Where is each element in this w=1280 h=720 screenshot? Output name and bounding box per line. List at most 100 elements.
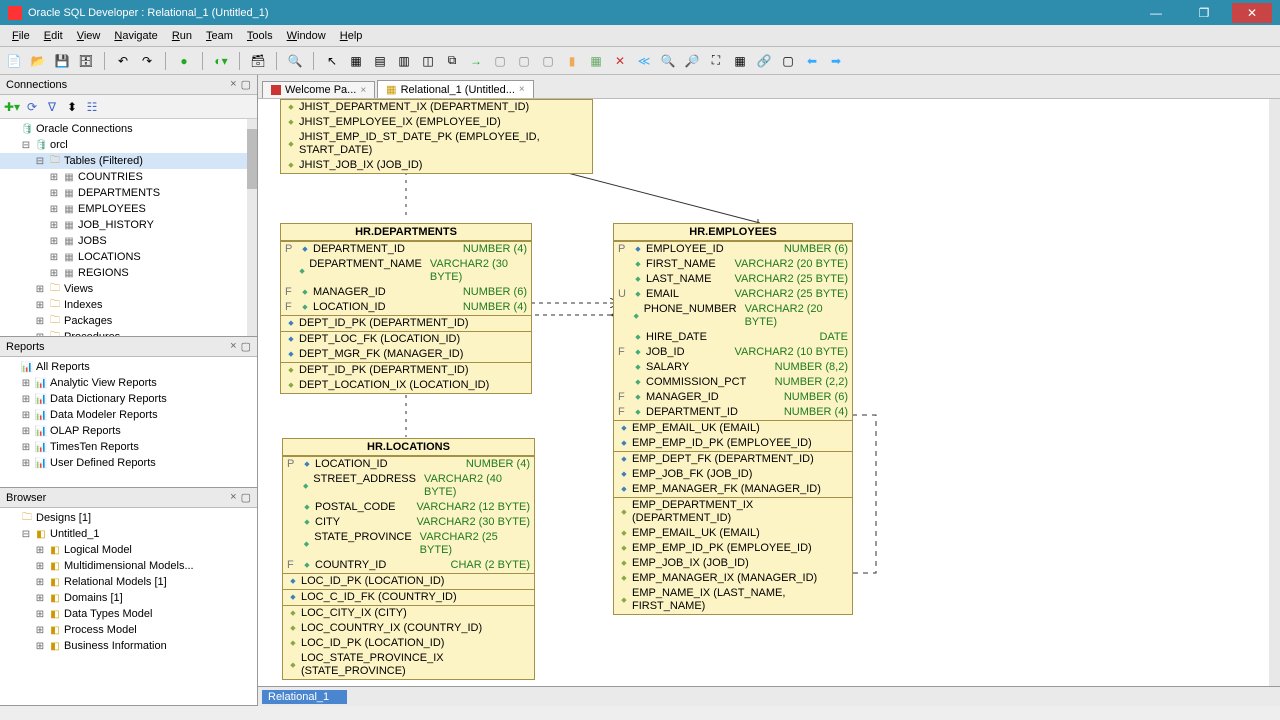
tree-item[interactable]: ⊞ ▦ REGIONS xyxy=(0,265,257,281)
menu-tools[interactable]: Tools xyxy=(241,28,279,44)
forward-icon[interactable]: ➡ xyxy=(828,53,844,69)
db-icon: 🛢 xyxy=(34,138,48,152)
merge-icon[interactable]: ⧉ xyxy=(444,53,460,69)
tree-item[interactable]: ⊞ 📊 User Defined Reports xyxy=(0,455,257,471)
menu-run[interactable]: Run xyxy=(166,28,198,44)
zoom-in-icon[interactable]: 🔍 xyxy=(660,53,676,69)
panel-max-icon[interactable]: ▢ xyxy=(241,491,251,504)
tree-label: EMPLOYEES xyxy=(78,203,146,215)
tree-item[interactable]: ⊟ 🗀 Tables (Filtered) xyxy=(0,153,257,169)
nav1-icon[interactable]: ▦ xyxy=(732,53,748,69)
save-icon[interactable]: 💾 xyxy=(54,53,70,69)
menu-team[interactable]: Team xyxy=(200,28,239,44)
debug-icon[interactable]: ◐▾ xyxy=(213,53,229,69)
menu-edit[interactable]: Edit xyxy=(38,28,69,44)
tree-item[interactable]: ⊞ ◧ Process Model xyxy=(0,622,257,638)
column-row: F COUNTRY_IDCHAR (2 BYTE) xyxy=(283,558,534,573)
canvas-scrollbar[interactable] xyxy=(1269,99,1280,686)
tree-item[interactable]: ⊞ ◧ Business Information xyxy=(0,638,257,654)
note-icon[interactable]: ▮ xyxy=(564,53,580,69)
entity-locations[interactable]: HR.LOCATIONS P LOCATION_IDNUMBER (4) STR… xyxy=(282,438,535,680)
panel-min-icon[interactable]: × xyxy=(230,78,236,91)
close-icon[interactable]: × xyxy=(360,85,366,96)
tree-item[interactable]: ⊞ ▦ LOCATIONS xyxy=(0,249,257,265)
delete-icon[interactable]: ✕ xyxy=(612,53,628,69)
zoom-out-icon[interactable]: 🔎 xyxy=(684,53,700,69)
tree-item[interactable]: ⊞ ▦ JOB_HISTORY xyxy=(0,217,257,233)
open-icon[interactable]: 📂 xyxy=(30,53,46,69)
tree-item[interactable]: ▸ 🛢 Oracle Connections xyxy=(0,121,257,137)
tree-item[interactable]: ⊞ ◧ Domains [1] xyxy=(0,590,257,606)
arrow-icon[interactable]: → xyxy=(468,53,484,69)
nav2-icon[interactable]: 🔗 xyxy=(756,53,772,69)
sql-icon[interactable]: 🗃 xyxy=(250,53,266,69)
panel-max-icon[interactable]: ▢ xyxy=(241,78,251,91)
table-icon[interactable]: ▤ xyxy=(372,53,388,69)
grid-icon[interactable]: ▦ xyxy=(348,53,364,69)
tree-item[interactable]: ⊞ ◧ Multidimensional Models... xyxy=(0,558,257,574)
tree-item[interactable]: ⊞ ▦ JOBS xyxy=(0,233,257,249)
tree-item[interactable]: ⊞ 🗀 Views xyxy=(0,281,257,297)
back-icon[interactable]: ⬅ xyxy=(804,53,820,69)
undo-icon[interactable]: ↶ xyxy=(115,53,131,69)
binoculars-icon[interactable]: 🔍 xyxy=(287,53,303,69)
rewind-icon[interactable]: ≪ xyxy=(636,53,652,69)
layout2-icon[interactable]: ▢ xyxy=(516,53,532,69)
tree-item[interactable]: ⊟ 🛢 orcl xyxy=(0,137,257,153)
menu-navigate[interactable]: Navigate xyxy=(108,28,163,44)
redo-icon[interactable]: ↷ xyxy=(139,53,155,69)
fit-icon[interactable]: ⛶ xyxy=(708,53,724,69)
tree-item[interactable]: ⊞ 🗀 Packages xyxy=(0,313,257,329)
tree-item[interactable]: ⊞ 🗀 Procedures xyxy=(0,329,257,336)
tree-item[interactable]: ⊞ 📊 OLAP Reports xyxy=(0,423,257,439)
sort-icon[interactable]: ⬍ xyxy=(64,99,80,115)
tree-item[interactable]: ⊞ ▦ DEPARTMENTS xyxy=(0,185,257,201)
refresh-icon[interactable]: ⟳ xyxy=(24,99,40,115)
tree-item[interactable]: ⊟ ◧ Untitled_1 xyxy=(0,526,257,542)
tree-item[interactable]: ⊞ ◧ Logical Model xyxy=(0,542,257,558)
panel-min-icon[interactable]: × xyxy=(230,340,236,353)
save-all-icon[interactable]: 🗄 xyxy=(78,53,94,69)
rect-icon[interactable]: ▢ xyxy=(780,53,796,69)
tab-welcome[interactable]: Welcome Pa... × xyxy=(262,81,375,98)
tree-icon[interactable]: ☷ xyxy=(84,99,100,115)
close-button[interactable]: ✕ xyxy=(1232,3,1272,23)
tree-item[interactable]: ⊞ ▦ COUNTRIES xyxy=(0,169,257,185)
new-file-icon[interactable]: 📄 xyxy=(6,53,22,69)
split-icon[interactable]: ◫ xyxy=(420,53,436,69)
connections-scrollbar[interactable] xyxy=(247,119,257,336)
panel-max-icon[interactable]: ▢ xyxy=(241,340,251,353)
menu-window[interactable]: Window xyxy=(281,28,332,44)
tab-relational[interactable]: ▦ Relational_1 (Untitled... × xyxy=(377,80,534,98)
filter-icon[interactable]: ∇ xyxy=(44,99,60,115)
tree-item[interactable]: ⊞ ◧ Data Types Model xyxy=(0,606,257,622)
maximize-button[interactable]: ❐ xyxy=(1184,3,1224,23)
tree-item[interactable]: ⊞ 🗀 Indexes xyxy=(0,297,257,313)
layout3-icon[interactable]: ▢ xyxy=(540,53,556,69)
entity-jobhistory-fragment[interactable]: JHIST_DEPARTMENT_IX (DEPARTMENT_ID)JHIST… xyxy=(280,99,593,174)
pointer-icon[interactable]: ↖ xyxy=(324,53,340,69)
view-icon[interactable]: ▥ xyxy=(396,53,412,69)
menu-help[interactable]: Help xyxy=(334,28,369,44)
tree-item[interactable]: ⊞ ▦ EMPLOYEES xyxy=(0,201,257,217)
add-connection-icon[interactable]: ✚▾ xyxy=(4,99,20,115)
image-icon[interactable]: ▦ xyxy=(588,53,604,69)
tree-item[interactable]: ⊞ 📊 Data Modeler Reports xyxy=(0,407,257,423)
tree-item[interactable]: ▸ 🗀 Designs [1] xyxy=(0,510,257,526)
tree-item[interactable]: ⊞ ◧ Relational Models [1] xyxy=(0,574,257,590)
bottom-tab-relational[interactable]: Relational_1 xyxy=(262,690,347,704)
run-icon[interactable]: ● xyxy=(176,53,192,69)
layout1-icon[interactable]: ▢ xyxy=(492,53,508,69)
entity-employees[interactable]: HR.EMPLOYEES P EMPLOYEE_IDNUMBER (6) FIR… xyxy=(613,223,853,615)
tree-item[interactable]: ⊞ 📊 TimesTen Reports xyxy=(0,439,257,455)
minimize-button[interactable]: — xyxy=(1136,3,1176,23)
diagram-canvas[interactable]: JHIST_DEPARTMENT_IX (DEPARTMENT_ID)JHIST… xyxy=(258,99,1280,686)
menu-file[interactable]: File xyxy=(6,28,36,44)
tree-item[interactable]: ⊞ 📊 Analytic View Reports xyxy=(0,375,257,391)
tree-item[interactable]: ▸ 📊 All Reports xyxy=(0,359,257,375)
menu-view[interactable]: View xyxy=(71,28,107,44)
tree-item[interactable]: ⊞ 📊 Data Dictionary Reports xyxy=(0,391,257,407)
panel-min-icon[interactable]: × xyxy=(230,491,236,504)
entity-departments[interactable]: HR.DEPARTMENTS P DEPARTMENT_IDNUMBER (4)… xyxy=(280,223,532,394)
close-icon[interactable]: × xyxy=(519,84,525,95)
